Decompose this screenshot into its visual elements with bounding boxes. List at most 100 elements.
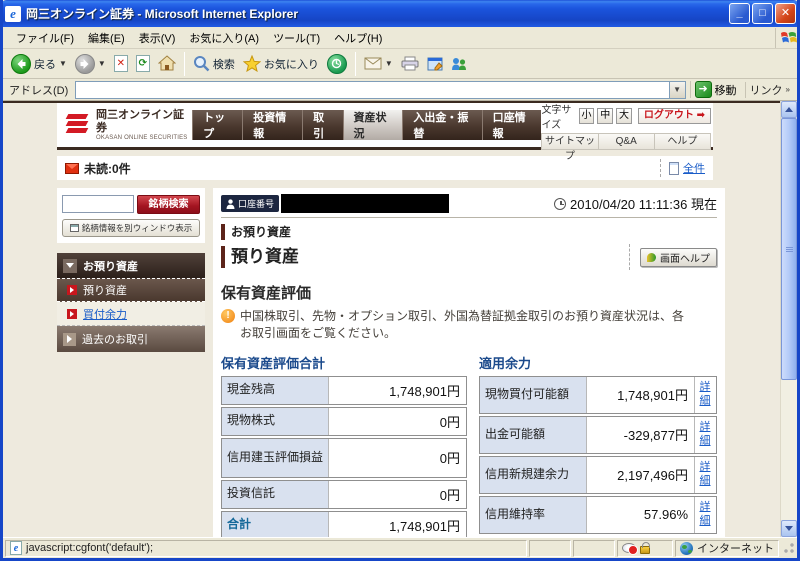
stock-info-popup-button[interactable]: 銘柄情報を別ウィンドウ表示	[62, 219, 200, 237]
scroll-down-button[interactable]	[781, 520, 797, 537]
stock-search-input[interactable]	[62, 195, 134, 213]
go-button[interactable]: ➜ 移動	[689, 81, 741, 98]
address-dropdown-button[interactable]: ▼	[668, 81, 685, 98]
zone-label: インターネット	[697, 543, 774, 555]
row-label: 出金可能額	[480, 416, 586, 453]
screen-help-button[interactable]: 画面ヘルプ	[640, 247, 717, 267]
messenger-button[interactable]	[447, 54, 471, 73]
scroll-up-button[interactable]	[781, 101, 797, 118]
help-link[interactable]: ヘルプ	[653, 133, 710, 149]
refresh-button[interactable]: ⟳	[132, 53, 154, 74]
font-size-medium-button[interactable]: 中	[597, 107, 614, 124]
scrollbar-track[interactable]	[781, 118, 797, 520]
address-bar: アドレス(D) ▼ ➜ 移動 リンク»	[3, 79, 797, 101]
status-text: javascript:cgfont('default');	[26, 542, 154, 554]
minimize-button[interactable]: _	[729, 3, 750, 24]
sidebar-item-deposit-assets[interactable]: 預り資産	[57, 279, 205, 302]
account-number-redacted	[281, 194, 450, 213]
privacy-report-icon[interactable]	[622, 543, 638, 555]
account-number-tag: 口座番号	[221, 195, 280, 212]
stock-search-button[interactable]: 銘柄検索	[137, 195, 200, 214]
back-button[interactable]: 戻る ▼	[7, 52, 71, 76]
address-field: ▼	[75, 80, 686, 99]
margin-table: 適用余力 現物買付可能額 1,748,901円 詳細 出金可能額 -329,87…	[479, 353, 717, 537]
ie-page-icon: e	[10, 541, 22, 555]
warning-icon: !	[221, 309, 235, 323]
home-button[interactable]	[154, 53, 180, 74]
menu-edit[interactable]: 編集(E)	[81, 27, 132, 49]
qa-link[interactable]: Q&A	[597, 133, 654, 149]
main-content: 口座番号 2010/04/20 11:11:36 現在 お預り資産 預り資産 画…	[213, 188, 725, 537]
valuation-heading: 保有資産評価	[221, 285, 312, 302]
home-icon	[157, 55, 176, 72]
row-label: 現金残高	[222, 376, 328, 404]
back-icon	[11, 53, 31, 74]
links-button[interactable]: リンク»	[744, 81, 794, 98]
menu-file[interactable]: ファイル(F)	[9, 27, 81, 49]
logout-button[interactable]: ログアウト ➡	[637, 107, 712, 124]
brand-name-en: OKASAN ONLINE SECURITIES	[96, 135, 188, 142]
account-row: 口座番号 2010/04/20 11:11:36 現在	[221, 194, 717, 218]
sidebar-item-past-transactions[interactable]: 過去のお取引	[57, 326, 205, 352]
row-value: 57.96%	[586, 496, 694, 533]
sidebar-menu: お預り資産 預り資産 買付余力 過去のお取引	[57, 253, 205, 352]
status-message-panel: e javascript:cgfont('default');	[5, 539, 527, 557]
chevron-right-icon	[63, 332, 76, 346]
sidebar-item-deposit-assets-header[interactable]: お預り資産	[57, 253, 205, 279]
stop-button[interactable]: ✕	[110, 53, 132, 74]
table-row-total: 合計 1,748,901円	[221, 510, 467, 537]
nav-tab-investment-info[interactable]: 投資情報	[242, 110, 303, 140]
mail-icon	[364, 57, 382, 70]
row-value: 1,748,901円	[328, 511, 466, 537]
page-canvas: 岡三オンライン証券 OKASAN ONLINE SECURITIES トップ 投…	[3, 101, 780, 537]
font-size-large-button[interactable]: 大	[616, 107, 632, 124]
print-button[interactable]	[397, 54, 423, 73]
row-label: 投資信託	[222, 480, 328, 508]
nav-tab-trading[interactable]: 取引	[302, 110, 343, 140]
table-row: 現物株式 0円	[221, 406, 467, 436]
ie-app-icon: e	[5, 5, 21, 22]
maximize-button[interactable]: □	[752, 3, 773, 24]
detail-link[interactable]: 詳細	[700, 421, 712, 449]
status-zone-panel: インターネット	[675, 539, 779, 557]
site-header: 岡三オンライン証券 OKASAN ONLINE SECURITIES トップ 投…	[57, 103, 713, 162]
table-row: 現物買付可能額 1,748,901円 詳細	[479, 375, 717, 414]
nav-tab-transfer[interactable]: 入出金・振替	[402, 110, 482, 140]
detail-link[interactable]: 詳細	[700, 461, 712, 489]
table-row: 出金可能額 -329,877円 詳細	[479, 415, 717, 454]
brand-logo[interactable]: 岡三オンライン証券 OKASAN ONLINE SECURITIES	[57, 103, 192, 147]
search-button[interactable]: 検索	[189, 53, 239, 74]
scrollbar-thumb[interactable]	[781, 118, 797, 380]
font-size-small-button[interactable]: 小	[578, 107, 595, 124]
nav-tab-asset-status[interactable]: 資産状況	[342, 110, 403, 140]
menu-help[interactable]: ヘルプ(H)	[327, 27, 389, 49]
close-button[interactable]: ✕	[775, 3, 796, 24]
resize-grip[interactable]	[783, 542, 795, 554]
detail-link[interactable]: 詳細	[700, 381, 712, 409]
favorites-button[interactable]: お気に入り	[239, 53, 323, 74]
row-value: 1,748,901円	[328, 376, 466, 404]
windows-logo-icon	[775, 27, 797, 48]
menu-tools[interactable]: ツール(T)	[266, 27, 327, 49]
nav-tab-top[interactable]: トップ	[192, 110, 243, 140]
nav-tab-account-info[interactable]: 口座情報	[481, 110, 542, 140]
forward-button[interactable]: ▼	[71, 52, 110, 76]
summary-table: 保有資産評価合計 現金残高 1,748,901円 現物株式 0円 信用建玉評価損…	[221, 353, 467, 537]
unread-mail-icon	[65, 162, 79, 174]
menu-favorites[interactable]: お気に入り(A)	[182, 27, 266, 49]
arrow-right-icon	[67, 308, 77, 319]
menu-view[interactable]: 表示(V)	[132, 27, 183, 49]
mail-button[interactable]: ▼	[360, 55, 397, 72]
vertical-scrollbar[interactable]	[780, 101, 797, 537]
edit-button[interactable]	[423, 55, 447, 73]
sidebar-item-buying-power[interactable]: 買付余力	[57, 302, 205, 326]
history-button[interactable]	[323, 52, 351, 76]
sitemap-link[interactable]: サイトマップ	[542, 134, 597, 162]
detail-link[interactable]: 詳細	[700, 501, 712, 529]
status-empty-panel	[573, 539, 615, 557]
all-messages-link[interactable]: 全件	[683, 160, 705, 176]
address-input[interactable]	[76, 81, 669, 98]
row-label: 信用建玉評価損益	[222, 438, 328, 477]
row-value: 0円	[328, 438, 466, 477]
row-label: 現物株式	[222, 407, 328, 435]
